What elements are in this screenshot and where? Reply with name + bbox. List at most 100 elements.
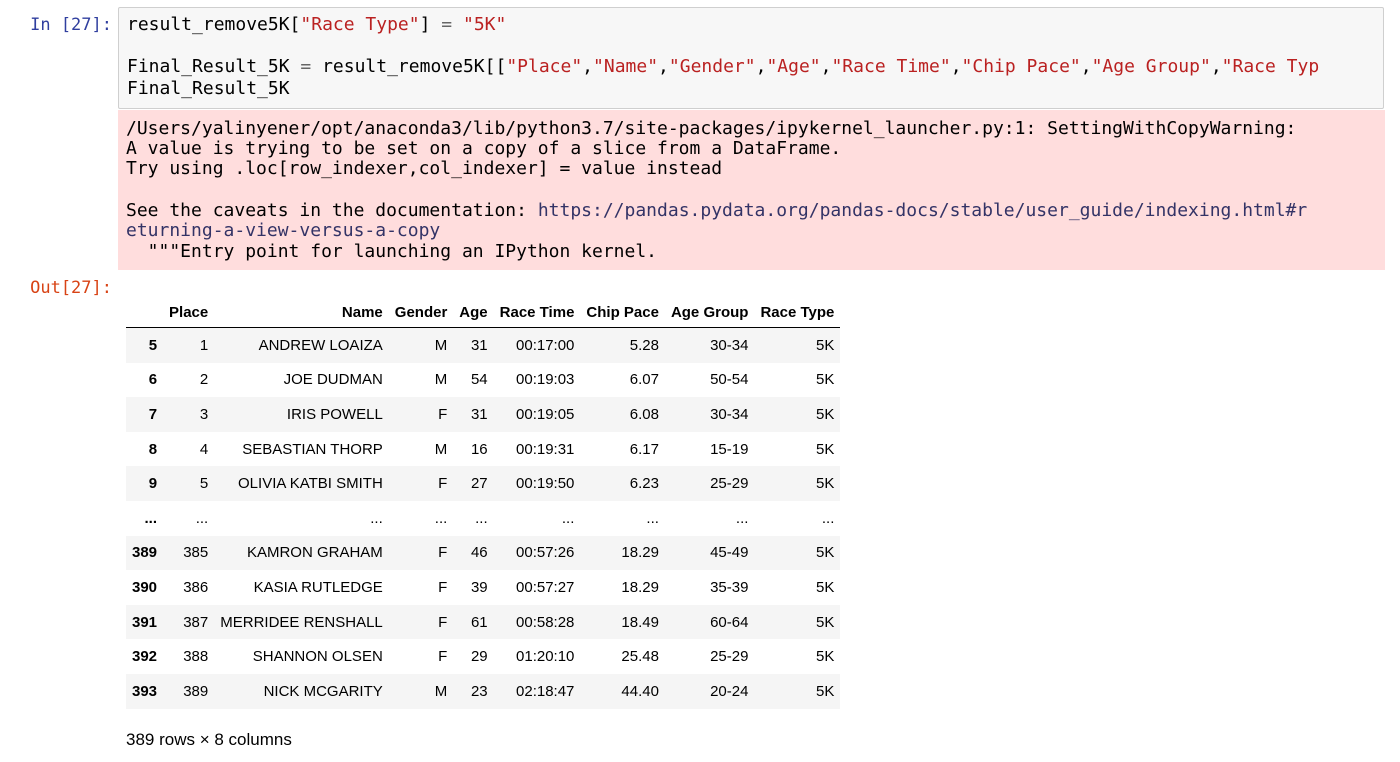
table-cell: JOE DUDMAN	[283, 371, 383, 389]
warning-text: See the caveats in the documentation:	[126, 200, 538, 221]
table-cell: 5K	[816, 371, 835, 389]
code-comma: ,	[1210, 56, 1222, 77]
table-cell: 00:19:50	[516, 475, 575, 493]
table-row: 9 5 OLIVIA KATBI SMITH F 27 00:19:50 6.23 25-29…	[126, 466, 841, 501]
table-header: Place Name Gender Age Race Time Chip Pace Age …	[126, 297, 841, 328]
code-string: "Race Typ	[1221, 56, 1320, 77]
row-index: 9	[148, 475, 158, 493]
code-comma: ,	[820, 56, 832, 77]
row-index: 389	[132, 544, 158, 562]
table-row: 393 389 NICK MCGARITY M 23 02:18:47 44.40 20-24…	[126, 673, 841, 709]
table-cell: OLIVIA KATBI SMITH	[238, 475, 383, 493]
code-line-1: result_remove5K["Race Type"] = "5K"	[127, 14, 506, 35]
row-index: 8	[148, 440, 158, 458]
table-cell: 25-29	[710, 648, 749, 666]
output-prompt: Out[27]:	[30, 278, 112, 298]
table-row: 391 387 MERRIDEE RENSHALL F 61 00:58:28 18.49 6…	[126, 604, 841, 640]
table-cell: ...	[821, 509, 835, 527]
table-cell: 02:18:47	[516, 682, 575, 700]
table-cell: 23	[470, 682, 488, 700]
table-cell: 30-34	[710, 336, 749, 354]
table-row: 392 388 SHANNON OLSEN F 29 01:20:10 25.48 25-29…	[126, 639, 840, 674]
table-cell: 5K	[816, 405, 835, 423]
code-comma: ,	[582, 56, 594, 77]
table-cell: NICK MCGARITY	[263, 682, 383, 700]
row-index: 391	[132, 613, 158, 631]
code-string: "Age"	[766, 56, 821, 77]
code-string: "Chip Pace"	[961, 56, 1081, 77]
table-cell: ...	[475, 509, 488, 527]
code-comma: ,	[950, 56, 962, 77]
table-cell: F	[438, 648, 448, 666]
table-cell: 31	[470, 336, 488, 354]
table-cell: 1	[199, 336, 209, 354]
table-cell: 27	[470, 475, 488, 493]
table-cell: 30-34	[710, 405, 749, 423]
code-comma: ,	[658, 56, 669, 77]
table-cell: M	[434, 440, 448, 458]
table-cell: 386	[183, 578, 209, 596]
table-cell: 5K	[816, 440, 835, 458]
table-cell: SEBASTIAN THORP	[242, 440, 383, 458]
code-operator: =	[441, 14, 453, 35]
code-string: "5K"	[462, 14, 507, 35]
code-line-2: Final_Result_5K = result_remove5K[["Plac…	[127, 56, 1319, 77]
row-index: 6	[148, 371, 158, 389]
table-cell: 5K	[816, 336, 835, 354]
table-cell: KASIA RUTLEDGE	[253, 578, 383, 596]
table-cell: M	[434, 371, 448, 389]
table-row: 390 386 KASIA RUTLEDGE F 39 00:57:27 18.29 35-3…	[126, 570, 840, 605]
table-cell: ...	[434, 509, 448, 527]
table-cell: 6.08	[629, 405, 659, 423]
code-cell[interactable]: result_remove5K["Race Type"] = "5K" Fina…	[118, 7, 1384, 109]
table-cell: 387	[183, 613, 209, 631]
table-cell: 18.29	[621, 578, 659, 596]
documentation-link[interactable]: https://pandas.pydata.org/pandas-docs/st…	[538, 200, 1307, 221]
documentation-link-continued[interactable]: eturning-a-view-versus-a-copy	[126, 220, 440, 241]
code-comma: ,	[755, 56, 767, 77]
table-cell: F	[438, 475, 448, 493]
code-token: ]	[419, 14, 442, 35]
table-cell: 60-64	[710, 613, 749, 631]
column-header: Age Group	[664, 297, 755, 328]
table-row: ...........................	[126, 501, 840, 536]
code-string: "Name"	[593, 56, 659, 77]
table-cell: 29	[470, 648, 488, 666]
input-prompt: In [27]:	[30, 15, 112, 35]
column-header: Gender	[388, 297, 454, 328]
code-token: Final_Result_5K	[127, 56, 301, 77]
table-cell: F	[438, 544, 448, 562]
code-string: "Race Type"	[300, 14, 420, 35]
table-cell: 389	[183, 682, 209, 700]
table-cell: 5.28	[629, 336, 659, 354]
table-cell: 54	[470, 371, 488, 389]
code-string: "Gender"	[668, 56, 756, 77]
column-header: Chip Pace	[580, 297, 665, 328]
table-cell: 18.29	[621, 544, 659, 562]
table-cell: 00:19:03	[516, 371, 575, 389]
table-cell: 388	[183, 648, 209, 666]
warning-line-1: /Users/yalinyener/opt/anaconda3/lib/pyth…	[126, 118, 1297, 139]
table-cell: 50-54	[710, 371, 749, 389]
header-row: Place Name Gender Age Race Time Chip Pace Age …	[126, 297, 841, 328]
table-cell: 5K	[816, 682, 835, 700]
table-cell: 25-29	[710, 475, 749, 493]
column-header: Name	[214, 297, 389, 328]
table-cell: 3	[199, 405, 209, 423]
dataframe-shape: 389 rows × 8 columns	[126, 730, 292, 749]
table-cell: 18.49	[621, 613, 659, 631]
table-cell: 61	[470, 613, 488, 631]
table-cell: 5K	[816, 613, 835, 631]
code-line-3: Final_Result_5K	[127, 78, 290, 99]
column-header: Race Time	[493, 297, 581, 328]
table-cell: 15-19	[710, 440, 749, 458]
table-cell: 35-39	[710, 578, 749, 596]
table-cell: ...	[735, 509, 749, 527]
warning-line-2: A value is trying to be set on a copy of…	[126, 138, 842, 159]
stderr-output: /Users/yalinyener/opt/anaconda3/lib/pyth…	[118, 110, 1385, 270]
table-cell: 6.17	[629, 440, 659, 458]
code-operator: =	[300, 56, 312, 77]
table-cell: KAMRON GRAHAM	[246, 544, 383, 562]
dataframe-table: Place Name Gender Age Race Time Chip Pace Age …	[126, 297, 841, 709]
